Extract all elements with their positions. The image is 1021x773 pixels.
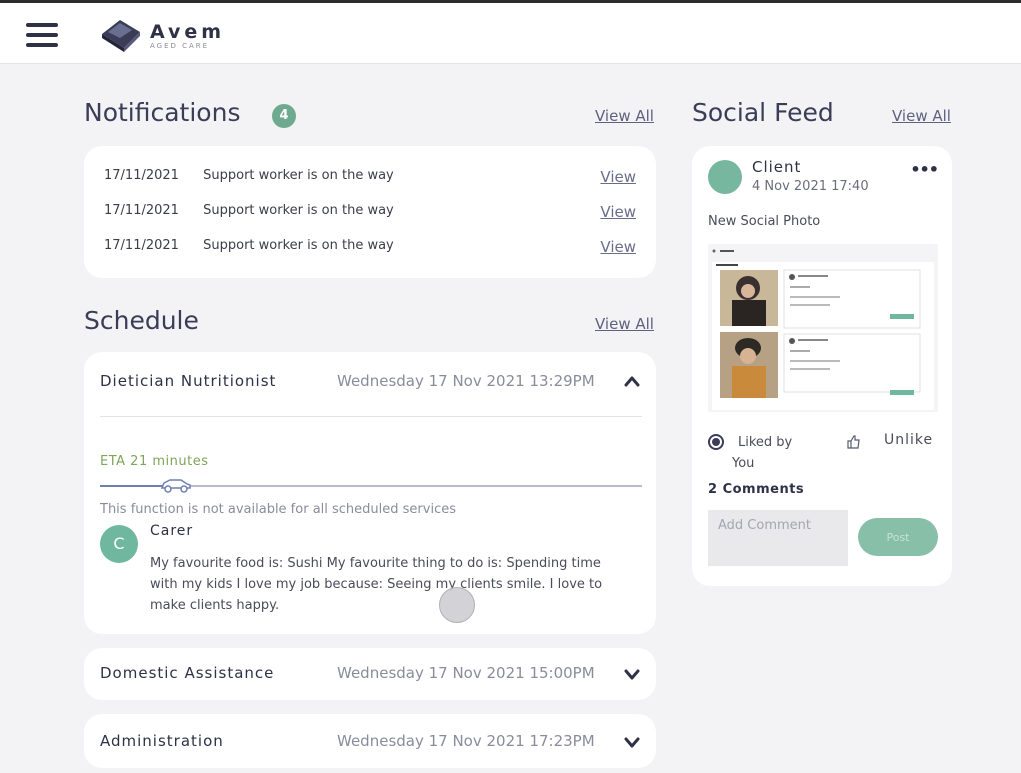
menu-icon[interactable] — [26, 23, 58, 47]
unlike-button[interactable]: Unlike — [884, 432, 933, 448]
logo-text: Avem AGED CARE — [150, 22, 225, 51]
schedule-item-expanded: Dietician Nutritionist Wednesday 17 Nov … — [84, 352, 656, 634]
more-options-icon[interactable]: ••• — [910, 160, 939, 179]
schedule-item-datetime: Wednesday 17 Nov 2021 17:23PM — [337, 732, 595, 750]
notifications-count-badge: 4 — [272, 104, 296, 128]
liked-by-text: Liked by You — [732, 435, 793, 471]
post-comment-button[interactable]: Post — [858, 518, 938, 556]
post-date: 4 Nov 2021 17:40 — [752, 179, 869, 194]
add-comment-input[interactable] — [708, 510, 848, 566]
notification-item: 17/11/2021 Support worker is on the way — [104, 238, 394, 253]
schedule-item-datetime: Wednesday 17 Nov 2021 13:29PM — [337, 372, 595, 390]
notifications-title: Notifications — [84, 98, 241, 127]
chevron-up-icon[interactable] — [624, 375, 640, 387]
client-avatar — [708, 160, 742, 194]
liked-user-icon — [708, 434, 724, 450]
touch-cursor-indicator — [439, 587, 475, 623]
schedule-title: Schedule — [84, 306, 199, 335]
schedule-item[interactable]: Domestic Assistance Wednesday 17 Nov 202… — [84, 648, 656, 700]
post-caption: New Social Photo — [708, 214, 821, 229]
carer-label: Carer — [150, 523, 194, 539]
social-feed-view-all-link[interactable]: View All — [892, 107, 951, 125]
schedule-item-name: Dietician Nutritionist — [100, 372, 277, 390]
social-post-card: Client 4 Nov 2021 17:40 ••• New Social P… — [692, 146, 952, 586]
notifications-card: 17/11/2021 Support worker is on the way … — [84, 146, 656, 278]
notification-date: 17/11/2021 — [104, 168, 179, 183]
avem-logo-icon — [102, 20, 140, 52]
post-photo[interactable] — [708, 244, 938, 412]
notification-text: Support worker is on the way — [203, 203, 394, 218]
app-header: Avem AGED CARE — [0, 6, 1021, 64]
notification-view-link[interactable]: View — [600, 168, 636, 186]
notification-view-link[interactable]: View — [600, 238, 636, 256]
carer-bio: My favourite food is: Sushi My favourite… — [150, 556, 603, 613]
eta-label: ETA 21 minutes — [100, 454, 209, 469]
divider — [100, 416, 642, 417]
comments-count: 2 Comments — [708, 482, 805, 497]
post-photo-image — [708, 244, 938, 412]
eta-progress-track — [100, 479, 642, 493]
notifications-view-all-link[interactable]: View All — [595, 107, 654, 125]
notification-date: 17/11/2021 — [104, 238, 179, 253]
notification-item: 17/11/2021 Support worker is on the way — [104, 168, 394, 183]
service-availability-notice: This function is not available for all s… — [100, 502, 456, 517]
schedule-item[interactable]: Administration Wednesday 17 Nov 2021 17:… — [84, 714, 656, 768]
notification-date: 17/11/2021 — [104, 203, 179, 218]
car-icon — [160, 479, 191, 493]
social-feed-title: Social Feed — [692, 98, 834, 127]
post-author: Client — [752, 158, 802, 176]
notification-view-link[interactable]: View — [600, 203, 636, 221]
chevron-down-icon[interactable] — [624, 668, 640, 680]
notification-text: Support worker is on the way — [203, 168, 394, 183]
schedule-item-name: Domestic Assistance — [100, 664, 275, 682]
notification-item: 17/11/2021 Support worker is on the way — [104, 203, 394, 218]
logo-name: Avem — [150, 21, 226, 43]
schedule-view-all-link[interactable]: View All — [595, 315, 654, 333]
chevron-down-icon[interactable] — [624, 736, 640, 748]
schedule-item-datetime: Wednesday 17 Nov 2021 15:00PM — [337, 664, 595, 682]
logo-subtitle: AGED CARE — [150, 42, 210, 50]
thumbs-up-icon[interactable] — [846, 434, 862, 450]
notification-text: Support worker is on the way — [203, 238, 394, 253]
carer-avatar: C — [100, 525, 138, 563]
schedule-item-name: Administration — [100, 732, 224, 750]
